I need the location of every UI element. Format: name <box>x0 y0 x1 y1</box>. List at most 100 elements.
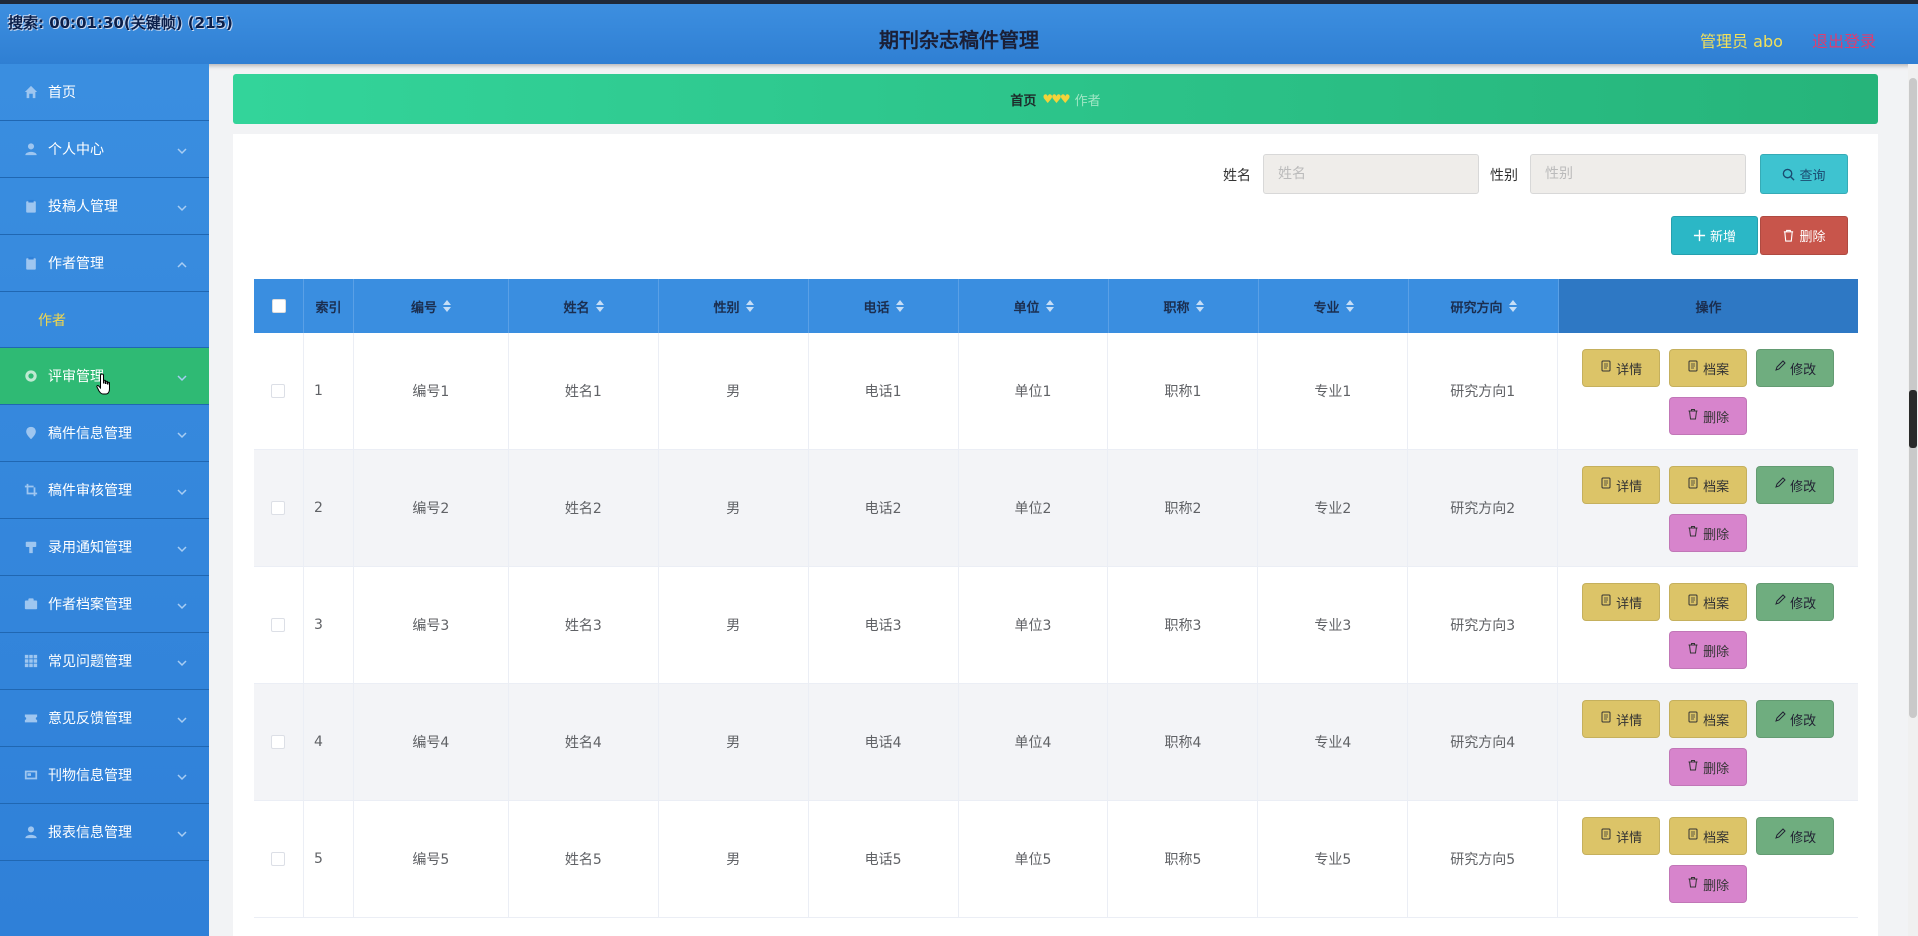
cell-code: 编号2 <box>354 450 509 566</box>
query-button[interactable]: 查询 <box>1760 154 1848 194</box>
gender-search-label: 性别 <box>1490 168 1518 184</box>
logout-link[interactable]: 退出登录 <box>1812 32 1876 51</box>
chevron-down-icon <box>177 770 187 781</box>
trash-icon <box>1687 642 1703 658</box>
row-actions: 详情 档案 修改 删除 <box>1558 333 1858 449</box>
sidebar-subitem-author[interactable]: 作者 <box>0 292 209 348</box>
row-checkbox[interactable] <box>271 852 286 866</box>
sort-icon[interactable] <box>1195 300 1204 312</box>
sidebar-item-feedback[interactable]: 意见反馈管理 <box>0 690 209 747</box>
archive-button[interactable]: 档案 <box>1669 817 1748 855</box>
row-checkbox[interactable] <box>271 735 286 749</box>
edit-button[interactable]: 修改 <box>1756 583 1835 621</box>
column-header-label: 索引 <box>315 300 342 316</box>
user-area: 管理员 abo 退出登录 <box>1700 28 1876 52</box>
sidebar-item-manuscript-review[interactable]: 稿件审核管理 <box>0 462 209 519</box>
sort-icon[interactable] <box>1345 300 1354 312</box>
sidebar-item-personal-center[interactable]: 个人中心 <box>0 121 209 178</box>
archive-button-label: 档案 <box>1703 713 1730 729</box>
detail-button-label: 详情 <box>1616 362 1643 378</box>
crop-icon <box>24 483 38 497</box>
row-checkbox[interactable] <box>271 618 286 632</box>
cell-phone: 电话2 <box>809 450 959 566</box>
column-header-major[interactable]: 专业 <box>1259 279 1409 333</box>
row-checkbox[interactable] <box>271 501 286 515</box>
detail-button[interactable]: 详情 <box>1582 817 1661 855</box>
gear-icon <box>24 369 38 383</box>
column-header-unit[interactable]: 单位 <box>959 279 1109 333</box>
sort-icon[interactable] <box>1045 300 1054 312</box>
document-icon <box>1600 828 1616 844</box>
archive-button[interactable]: 档案 <box>1669 349 1748 387</box>
edit-button[interactable]: 修改 <box>1756 817 1835 855</box>
edit-button[interactable]: 修改 <box>1756 466 1835 504</box>
sidebar-item-report-info[interactable]: 报表信息管理 <box>0 804 209 861</box>
batch-delete-button[interactable]: 删除 <box>1760 216 1848 255</box>
add-button[interactable]: 新增 <box>1671 216 1758 255</box>
archive-button[interactable]: 档案 <box>1669 466 1748 504</box>
cell-name: 姓名3 <box>509 567 659 683</box>
row-checkbox[interactable] <box>271 384 286 398</box>
cell-index: 2 <box>304 450 354 566</box>
row-select-cell <box>254 567 304 683</box>
batch-delete-button-label: 删除 <box>1799 230 1826 245</box>
sidebar-item-manuscript-info[interactable]: 稿件信息管理 <box>0 405 209 462</box>
delete-button[interactable]: 删除 <box>1669 631 1748 669</box>
sidebar-item-label: 稿件信息管理 <box>48 426 132 442</box>
edit-button-label: 修改 <box>1790 479 1817 495</box>
select-all-checkbox[interactable] <box>271 299 286 313</box>
edit-button-label: 修改 <box>1790 830 1817 846</box>
delete-button[interactable]: 删除 <box>1669 514 1748 552</box>
edit-button[interactable]: 修改 <box>1756 700 1835 738</box>
delete-button[interactable]: 删除 <box>1669 865 1748 903</box>
archive-button[interactable]: 档案 <box>1669 700 1748 738</box>
column-header-code[interactable]: 编号 <box>354 279 509 333</box>
breadcrumb-home[interactable]: 首页 <box>1010 90 1036 109</box>
column-header-phone[interactable]: 电话 <box>809 279 959 333</box>
edit-button-label: 修改 <box>1790 596 1817 612</box>
column-header-title[interactable]: 职称 <box>1109 279 1259 333</box>
gender-search-input[interactable] <box>1530 154 1746 194</box>
sort-icon[interactable] <box>895 300 904 312</box>
row-actions: 详情 档案 修改 删除 <box>1558 684 1858 800</box>
query-button-label: 查询 <box>1799 168 1826 184</box>
chevron-down-icon <box>177 371 187 382</box>
sort-icon[interactable] <box>443 300 451 312</box>
sidebar-item-label: 投稿人管理 <box>48 199 118 215</box>
sidebar-item-contributor[interactable]: 投稿人管理 <box>0 178 209 235</box>
detail-button[interactable]: 详情 <box>1582 349 1661 387</box>
hand-cursor-icon <box>96 373 110 395</box>
row-actions: 详情 档案 修改 删除 <box>1558 801 1858 917</box>
chevron-down-icon <box>177 656 187 667</box>
sidebar-item-faq[interactable]: 常见问题管理 <box>0 633 209 690</box>
detail-button[interactable]: 详情 <box>1582 583 1661 621</box>
column-header-name[interactable]: 姓名 <box>509 279 659 333</box>
cell-title: 职称5 <box>1108 801 1259 917</box>
column-header-gender[interactable]: 性别 <box>659 279 809 333</box>
detail-button[interactable]: 详情 <box>1582 700 1661 738</box>
archive-button[interactable]: 档案 <box>1669 583 1748 621</box>
cell-major: 专业5 <box>1258 801 1409 917</box>
sidebar-item-acceptance-notice[interactable]: 录用通知管理 <box>0 519 209 576</box>
sidebar-item-author-archive[interactable]: 作者档案管理 <box>0 576 209 633</box>
delete-button[interactable]: 删除 <box>1669 397 1748 435</box>
trash-icon <box>1687 759 1703 775</box>
delete-button[interactable]: 删除 <box>1669 748 1748 786</box>
cell-research: 研究方向3 <box>1408 567 1559 683</box>
sidebar-item-label: 作者档案管理 <box>48 597 132 613</box>
row-select-cell <box>254 333 304 449</box>
edit-button[interactable]: 修改 <box>1756 349 1835 387</box>
cell-unit: 单位2 <box>959 450 1109 566</box>
detail-button-label: 详情 <box>1616 713 1643 729</box>
name-search-label: 姓名 <box>1223 168 1251 184</box>
sort-icon[interactable] <box>595 300 604 312</box>
cell-name: 姓名1 <box>509 333 659 449</box>
sidebar-item-publication-info[interactable]: 刊物信息管理 <box>0 747 209 804</box>
sort-icon[interactable] <box>1508 300 1517 312</box>
detail-button[interactable]: 详情 <box>1582 466 1661 504</box>
column-header-research[interactable]: 研究方向 <box>1409 279 1559 333</box>
name-search-input[interactable] <box>1263 154 1479 194</box>
sidebar-item-home[interactable]: 首页 <box>0 64 209 121</box>
sort-icon[interactable] <box>745 300 754 312</box>
sidebar-item-author[interactable]: 作者管理 <box>0 235 209 292</box>
